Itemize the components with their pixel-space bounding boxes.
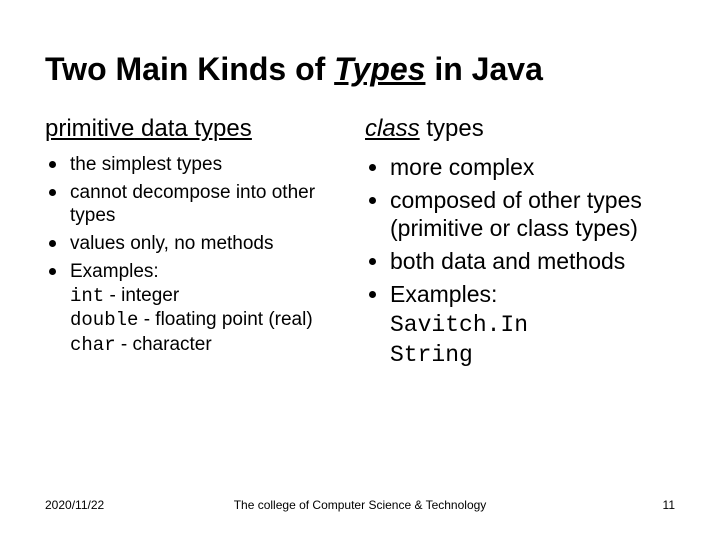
desc-char: - character: [116, 334, 212, 355]
bullet-icon: [49, 268, 56, 275]
examples-label: Examples:: [70, 261, 159, 282]
examples-label: Examples:: [390, 281, 497, 307]
item-text: more complex: [390, 153, 675, 182]
right-heading-rest: types: [420, 115, 484, 142]
list-item: both data and methods: [369, 247, 675, 276]
footer-date: 2020/11/22: [45, 498, 104, 512]
item-examples: Examples: int - integer double - floatin…: [70, 260, 345, 358]
desc-int: - integer: [104, 285, 179, 306]
code-int: int: [70, 285, 104, 307]
right-column: class types more complex composed of oth…: [365, 116, 675, 374]
bullet-icon: [49, 240, 56, 247]
code-savitch: Savitch.In: [390, 312, 528, 338]
slide: Two Main Kinds of Types in Java primitiv…: [0, 0, 720, 540]
list-item: cannot decompose into other types: [49, 181, 345, 229]
footer: 2020/11/22 The college of Computer Scien…: [0, 498, 720, 512]
title-italic: Types: [334, 51, 425, 87]
item-examples: Examples: Savitch.In String: [390, 280, 675, 370]
code-double: double: [70, 309, 138, 331]
bullet-icon: [49, 189, 56, 196]
footer-center: The college of Computer Science & Techno…: [234, 498, 487, 512]
desc-double: - floating point (real): [138, 309, 312, 330]
footer-page: 11: [663, 498, 675, 512]
left-heading: primitive data types: [45, 116, 345, 142]
list-item: Examples: Savitch.In String: [369, 280, 675, 370]
list-item: Examples: int - integer double - floatin…: [49, 260, 345, 358]
item-text: both data and methods: [390, 247, 675, 276]
bullet-icon: [369, 291, 376, 298]
list-item: values only, no methods: [49, 232, 345, 256]
bullet-icon: [49, 161, 56, 168]
right-heading: class types: [365, 116, 675, 142]
item-text: composed of other types (primitive or cl…: [390, 186, 675, 244]
title-pre: Two Main Kinds of: [45, 51, 334, 87]
columns: primitive data types the simplest types …: [45, 116, 675, 374]
bullet-icon: [369, 197, 376, 204]
right-heading-italic: class: [365, 115, 420, 142]
bullet-icon: [369, 164, 376, 171]
bullet-icon: [369, 258, 376, 265]
item-text: cannot decompose into other types: [70, 181, 345, 229]
code-string: String: [390, 342, 473, 368]
left-heading-underline: primitive: [45, 115, 134, 142]
title-post: in Java: [425, 51, 542, 87]
list-item: composed of other types (primitive or cl…: [369, 186, 675, 244]
slide-title: Two Main Kinds of Types in Java: [45, 50, 675, 88]
left-column: primitive data types the simplest types …: [45, 116, 345, 374]
right-list: more complex composed of other types (pr…: [365, 153, 675, 370]
left-heading-rest: data types: [134, 115, 251, 142]
list-item: the simplest types: [49, 153, 345, 177]
item-text: values only, no methods: [70, 232, 345, 256]
left-list: the simplest types cannot decompose into…: [45, 153, 345, 358]
item-text: the simplest types: [70, 153, 345, 177]
list-item: more complex: [369, 153, 675, 182]
code-char: char: [70, 334, 116, 356]
